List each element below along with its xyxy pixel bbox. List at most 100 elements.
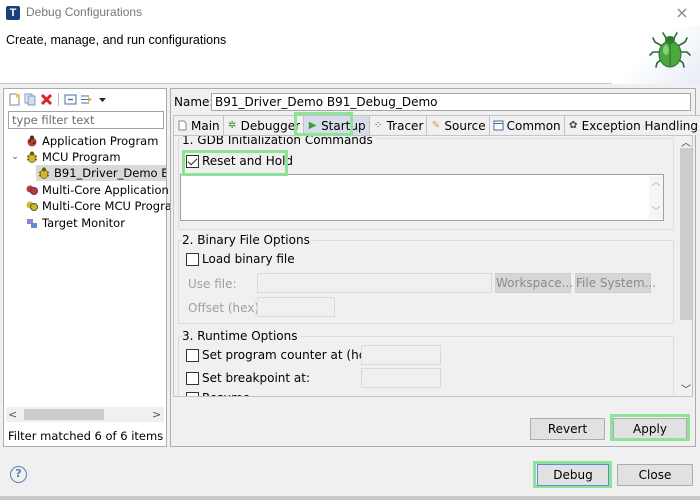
tree-item-label: MCU Program <box>42 150 121 164</box>
tree-item-label: Multi-Core MCU Program <box>42 199 184 213</box>
multicore-red-icon <box>26 184 38 196</box>
new-configuration-icon[interactable] <box>8 93 21 106</box>
textarea-scrollbar[interactable]: ︿ ﹀ <box>649 176 663 219</box>
name-label: Name: <box>174 95 214 109</box>
checkbox-label: Reset and Hold <box>202 154 294 168</box>
bug-yellow-icon <box>26 151 38 163</box>
tab-main[interactable]: Main <box>173 115 224 135</box>
use-file-label: Use file: <box>188 277 237 291</box>
common-icon <box>493 120 504 131</box>
dialog-header: Create, manage, and run configurations <box>0 26 700 84</box>
tree-toolbar <box>4 89 166 109</box>
window-bottom-edge <box>0 496 700 500</box>
scroll-up-icon[interactable]: ︿ <box>649 175 663 188</box>
configuration-editor-panel: Name: B91_Driver_Demo B91_Debug_Demo Mai… <box>170 88 700 447</box>
tab-tracer[interactable]: ⁘ Tracer <box>368 115 428 135</box>
tree-item-multi-core-application[interactable]: Multi-Core Application <box>8 182 169 198</box>
tree-item-target-monitor[interactable]: Target Monitor <box>8 215 125 231</box>
duplicate-icon[interactable] <box>24 93 37 106</box>
gdb-init-group-title: 1. GDB Initialization Commands <box>182 136 376 147</box>
scrollbar-thumb[interactable] <box>24 409 104 420</box>
tab-label: Common <box>506 118 561 133</box>
scroll-right-icon[interactable]: > <box>152 407 161 422</box>
ladybug-red-icon <box>26 135 38 147</box>
tree-horizontal-scrollbar[interactable]: < > <box>6 407 164 422</box>
tab-debugger[interactable]: ✲ Debugger <box>222 115 305 135</box>
scroll-left-icon[interactable]: < <box>8 407 17 422</box>
debug-button[interactable]: Debug <box>537 464 609 486</box>
file-system-button[interactable]: File System... <box>575 273 656 293</box>
checkbox-unchecked-icon[interactable] <box>186 371 199 385</box>
target-monitor-icon <box>26 217 38 229</box>
checkbox-unchecked-icon[interactable] <box>186 348 199 362</box>
checkbox-checked-icon[interactable] <box>186 154 199 168</box>
configuration-tree-panel: type filter text Application Program ⌄ M… <box>3 88 183 447</box>
workspace-button[interactable]: Workspace... <box>495 273 573 293</box>
tree-item-application-program[interactable]: Application Program <box>8 133 158 149</box>
checkbox-unchecked-icon[interactable] <box>186 252 199 266</box>
tree-item-mcu-program[interactable]: ⌄ MCU Program <box>8 149 121 165</box>
load-binary-checkbox[interactable]: Load binary file <box>186 252 295 266</box>
tab-common[interactable]: Common <box>488 115 565 135</box>
set-program-counter-checkbox[interactable]: Set program counter at (hex): <box>186 348 382 362</box>
scroll-down-icon[interactable]: ﹀ <box>680 381 692 396</box>
offset-label: Offset (hex): <box>188 301 264 315</box>
view-menu-icon[interactable] <box>96 93 109 106</box>
close-button[interactable]: Close <box>617 464 693 486</box>
tree-item-label: Application Program <box>42 134 159 148</box>
bug-yellow-icon <box>38 167 50 179</box>
set-breakpoint-checkbox[interactable]: Set breakpoint at: <box>186 371 310 385</box>
name-input[interactable]: B91_Driver_Demo B91_Debug_Demo <box>211 93 691 111</box>
resume-checkbox[interactable]: Resume <box>186 391 250 396</box>
offset-input[interactable] <box>257 297 335 317</box>
apply-button[interactable]: Apply <box>613 418 687 440</box>
delete-icon[interactable] <box>40 93 53 106</box>
tab-exception-handling[interactable]: ✿ Exception Handling <box>563 115 700 135</box>
scroll-down-icon[interactable]: ﹀ <box>649 204 663 217</box>
collapse-all-icon[interactable] <box>64 93 77 106</box>
binary-options-group-title: 2. Binary File Options <box>182 233 313 247</box>
tab-label: Tracer <box>386 118 424 133</box>
checkbox-label: Set program counter at (hex): <box>202 348 382 362</box>
checkbox-unchecked-icon[interactable] <box>186 391 199 396</box>
multicore-yellow-icon <box>26 200 38 212</box>
tracer-icon: ⁘ <box>373 120 383 131</box>
breakpoint-input[interactable] <box>361 368 441 388</box>
tab-label: Exception Handling <box>581 118 699 133</box>
reset-and-hold-checkbox[interactable]: Reset and Hold <box>186 154 293 168</box>
toolbar-separator <box>58 92 59 106</box>
revert-button[interactable]: Revert <box>530 418 605 440</box>
debugger-icon: ✲ <box>227 120 237 131</box>
checkbox-label: Resume <box>202 391 250 396</box>
help-icon[interactable]: ? <box>10 466 27 483</box>
checkbox-label: Set breakpoint at: <box>202 371 311 385</box>
runtime-options-group-title: 3. Runtime Options <box>182 329 301 343</box>
tab-startup[interactable]: ▶ Startup <box>303 115 370 135</box>
use-file-input[interactable] <box>257 273 492 293</box>
tree-item-label: Multi-Core Application <box>42 183 169 197</box>
bug-icon <box>649 32 691 68</box>
exception-gear-icon: ✿ <box>568 120 578 131</box>
scroll-up-icon[interactable]: ︿ <box>680 136 692 149</box>
source-icon: ✎ <box>431 120 441 131</box>
tree-item-label: Target Monitor <box>42 216 125 230</box>
tab-vertical-scrollbar[interactable]: ︿ ﹀ <box>679 136 692 396</box>
title-bar: T Debug Configurations × <box>0 0 700 26</box>
tree-item-label: B91_Driver_Demo B91_Debug_Demo <box>54 166 166 180</box>
tree-item-b91-driver-demo[interactable]: B91_Driver_Demo B91_Debug_Demo <box>36 165 166 181</box>
app-icon: T <box>6 6 20 20</box>
close-window-button[interactable]: × <box>672 3 692 23</box>
filter-icon[interactable] <box>80 93 93 106</box>
config-tabs: Main ✲ Debugger ▶ Startup ⁘ Tracer ✎ Sou… <box>173 115 700 135</box>
main-icon <box>177 120 188 131</box>
tree-item-multi-core-mcu-program[interactable]: Multi-Core MCU Program <box>8 198 183 214</box>
expand-chevron-icon[interactable]: ⌄ <box>8 149 22 165</box>
gdb-commands-textarea[interactable]: ︿ ﹀ <box>180 174 664 221</box>
startup-tab-content: 1. GDB Initialization Commands Reset and… <box>173 135 693 397</box>
tab-label: Startup <box>321 118 366 133</box>
program-counter-input[interactable] <box>361 345 441 365</box>
filter-input[interactable]: type filter text <box>8 111 164 129</box>
window-title: Debug Configurations <box>26 5 143 19</box>
scrollbar-thumb[interactable] <box>680 148 692 320</box>
tab-source[interactable]: ✎ Source <box>426 115 490 135</box>
